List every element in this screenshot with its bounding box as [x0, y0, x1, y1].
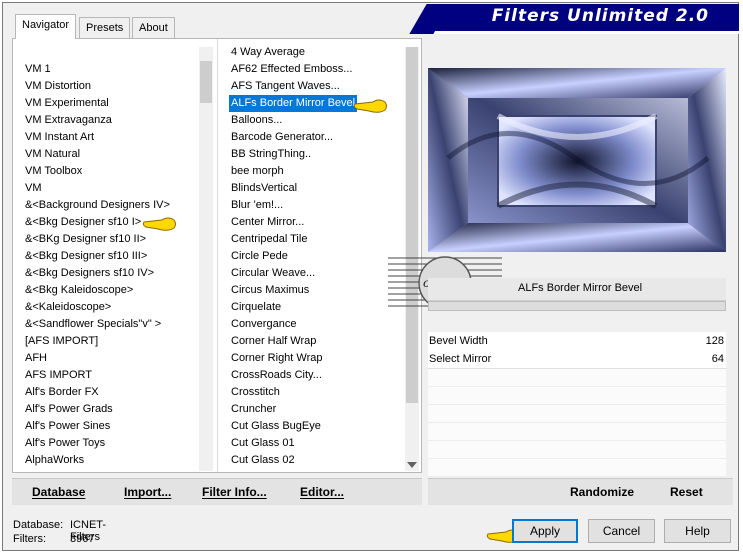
filter-item[interactable]: Cirquelate [229, 299, 283, 316]
category-item[interactable]: VM Extravaganza [23, 112, 114, 129]
filter-scroll-thumb[interactable] [406, 47, 418, 403]
status-database: Database: ICNET-Filters [13, 519, 106, 543]
category-item[interactable]: VM Instant Art [23, 129, 96, 146]
apply-button[interactable]: Apply [512, 519, 578, 543]
category-item[interactable]: Alf's Power Grads [23, 401, 115, 418]
status-database-label: Database: [13, 519, 64, 531]
param-label: Select Mirror [429, 353, 492, 365]
filter-item[interactable]: Center Mirror... [229, 214, 306, 231]
preview-art-icon [428, 68, 726, 252]
param-value[interactable]: 128 [706, 332, 724, 350]
filter-item[interactable]: Centripedal Tile [229, 231, 309, 248]
pointer-hand-icon [353, 99, 387, 113]
category-item[interactable]: VM Experimental [23, 95, 111, 112]
filter-item[interactable]: Cut Glass 01 [229, 435, 297, 452]
param-row-empty [428, 459, 726, 477]
category-item[interactable]: &<Bkg Designer sf10 I> [23, 214, 143, 231]
param-row-empty [428, 423, 726, 441]
param-row-empty [428, 387, 726, 405]
category-item[interactable]: &<Background Designers IV> [23, 197, 172, 214]
filter-item[interactable]: BlindsVertical [229, 180, 299, 197]
category-item[interactable]: VM Toolbox [23, 163, 84, 180]
status-filters: Filters: 3967 [13, 533, 94, 545]
preview-image [428, 68, 726, 252]
category-item[interactable]: VM Distortion [23, 78, 93, 95]
filter-item[interactable]: Barcode Generator... [229, 129, 335, 146]
filter-item[interactable]: bee morph [229, 163, 286, 180]
scroll-down-arrow-icon[interactable] [407, 462, 417, 468]
category-item[interactable]: [AFS IMPORT] [23, 333, 100, 350]
filter-item[interactable]: Circle Pede [229, 248, 290, 265]
tab-navigator[interactable]: Navigator [15, 14, 77, 39]
param-label: Bevel Width [429, 335, 488, 347]
category-scrollbar[interactable] [199, 47, 213, 471]
filter-item[interactable]: Blur 'em!... [229, 197, 285, 214]
category-item[interactable]: &<Bkg Kaleidoscope> [23, 282, 135, 299]
filter-item[interactable]: Balloons... [229, 112, 284, 129]
filter-item[interactable]: Cut Glass BugEye [229, 418, 323, 435]
randomize-button[interactable]: Randomize [570, 485, 634, 499]
tab-about[interactable]: About [132, 17, 175, 38]
help-button[interactable]: Help [664, 519, 731, 543]
filter-item[interactable]: Corner Right Wrap [229, 350, 325, 367]
category-item[interactable]: VM Natural [23, 146, 82, 163]
pointer-hand-icon [142, 217, 176, 231]
category-item[interactable]: Alf's Border FX [23, 384, 101, 401]
filter-name-display: ALFs Border Mirror Bevel [428, 278, 726, 301]
filter-item[interactable]: 4 Way Average [229, 44, 307, 61]
filter-item[interactable]: Corner Half Wrap [229, 333, 318, 350]
filter-name-label: ALFs Border Mirror Bevel [518, 282, 643, 294]
status-filters-value: 3967 [70, 533, 95, 545]
filter-item[interactable]: AFS Tangent Waves... [229, 78, 342, 95]
category-item[interactable]: VM 1 [23, 61, 53, 78]
param-row-select-mirror[interactable]: Select Mirror 64 [428, 350, 726, 369]
filter-item[interactable]: BB StringThing.. [229, 146, 313, 163]
category-item[interactable]: &<Bkg Designer sf10 III> [23, 248, 149, 265]
filter-item[interactable]: Cruncher [229, 401, 278, 418]
param-value[interactable]: 64 [712, 350, 724, 368]
filter-item[interactable]: Circular Weave... [229, 265, 317, 282]
filter-item[interactable]: AF62 Effected Emboss... [229, 61, 354, 78]
category-scroll-thumb[interactable] [200, 61, 212, 103]
category-item[interactable]: Alf's Power Sines [23, 418, 112, 435]
filter-slider[interactable] [428, 301, 726, 311]
category-item[interactable]: &<Kaleidoscope> [23, 299, 113, 316]
database-button[interactable]: Database [32, 485, 85, 499]
editor-button[interactable]: Editor... [300, 485, 344, 499]
tab-presets[interactable]: Presets [79, 17, 131, 38]
category-item[interactable]: AFS IMPORT [23, 367, 94, 384]
filter-item[interactable]: ALFs Border Mirror Bevel [229, 95, 358, 112]
param-row-empty [428, 441, 726, 459]
cancel-button[interactable]: Cancel [588, 519, 655, 543]
list-divider [217, 39, 218, 472]
left-button-bar: Database Import... Filter Info... Editor… [12, 478, 422, 505]
category-item[interactable]: AFH [23, 350, 49, 367]
category-item[interactable]: AlphaWorks [23, 452, 86, 469]
category-item[interactable]: &<Bkg Designers sf10 IV> [23, 265, 156, 282]
right-button-bar: Randomize Reset [428, 478, 733, 505]
filter-item[interactable]: Cut Glass 02 [229, 452, 297, 469]
reset-button[interactable]: Reset [670, 485, 703, 499]
filter-info-button[interactable]: Filter Info... [202, 485, 267, 499]
param-row-bevel-width[interactable]: Bevel Width 128 [428, 332, 726, 351]
category-item[interactable]: &<Sandflower Specials"v" > [23, 316, 163, 333]
category-item[interactable]: VM [23, 180, 44, 197]
category-item[interactable]: &<BKg Designer sf10 II> [23, 231, 148, 248]
filter-item[interactable]: Convergance [229, 316, 298, 333]
param-row-empty [428, 405, 726, 423]
param-row-empty [428, 369, 726, 387]
filter-item[interactable]: CrossRoads City... [229, 367, 324, 384]
status-filters-label: Filters: [13, 533, 46, 545]
filter-item[interactable]: Crosstitch [229, 384, 282, 401]
category-list[interactable]: VM 1 VM Distortion VM Experimental VM Extra… [23, 39, 199, 471]
category-item[interactable]: Alf's Power Toys [23, 435, 107, 452]
window-title: Filters Unlimited 2.0 [491, 6, 709, 26]
import-button[interactable]: Import... [124, 485, 171, 499]
filter-item[interactable]: Circus Maximus [229, 282, 311, 299]
title-banner: Filters Unlimited 2.0 [430, 4, 739, 34]
